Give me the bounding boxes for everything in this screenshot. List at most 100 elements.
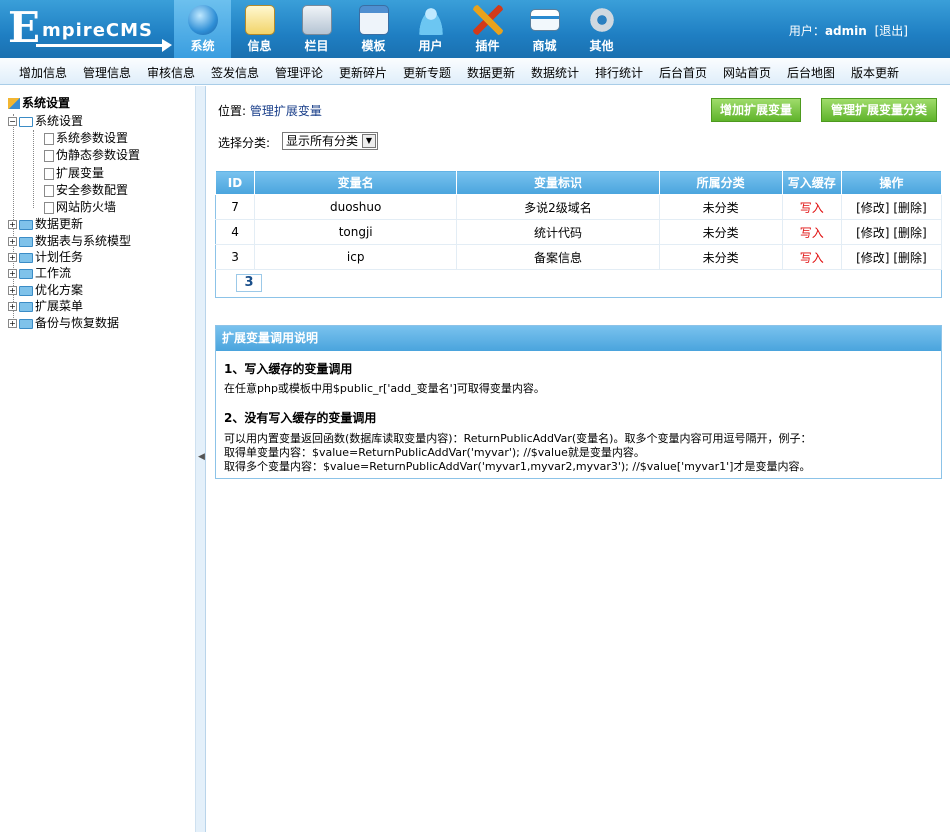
tree-folder-workflow[interactable]: + 工作流: [8, 264, 71, 281]
breadcrumb-link[interactable]: 管理扩展变量: [250, 104, 322, 118]
folder-icon: [19, 268, 33, 279]
col-actions: 操作: [840, 170, 943, 195]
sidebar-item-rewrite-params[interactable]: 伪静态参数设置: [44, 146, 140, 163]
edit-link[interactable]: [修改]: [856, 251, 889, 265]
sidebar-splitter[interactable]: ◀: [196, 86, 206, 832]
filter-label: 选择分类:: [218, 136, 271, 150]
menu-update-fragments[interactable]: 更新碎片: [339, 64, 387, 81]
tree-folder-data-update[interactable]: + 数据更新: [8, 215, 83, 232]
nav-system[interactable]: 系统: [174, 0, 231, 58]
expand-icon[interactable]: +: [8, 253, 17, 262]
write-cache-link[interactable]: 写入: [800, 226, 824, 240]
tree-folder-ext-menu[interactable]: + 扩展菜单: [8, 297, 83, 314]
sidebar-item-firewall[interactable]: 网站防火墙: [44, 198, 116, 215]
collapse-icon[interactable]: −: [8, 117, 17, 126]
cell-actions: [修改] [删除]: [841, 194, 943, 220]
write-cache-link[interactable]: 写入: [800, 201, 824, 215]
collapse-arrow-icon[interactable]: ◀: [198, 452, 205, 462]
tree-folder-tasks[interactable]: + 计划任务: [8, 248, 83, 265]
breadcrumb: 位置: 管理扩展变量: [218, 102, 322, 119]
menu-site-home[interactable]: 网站首页: [723, 64, 771, 81]
menu-add-info[interactable]: 增加信息: [19, 64, 67, 81]
breadcrumb-label: 位置:: [218, 104, 250, 118]
user-label: 用户：: [788, 24, 825, 38]
window-icon: [358, 5, 389, 35]
tree-group-system[interactable]: − 系统设置: [8, 112, 83, 129]
cell-category: 未分类: [659, 219, 783, 245]
tree-folder-backup[interactable]: + 备份与恢复数据: [8, 314, 119, 331]
sidebar-item-ext-vars[interactable]: 扩展变量: [44, 164, 104, 181]
cell-actions: [修改] [删除]: [841, 244, 943, 270]
expand-icon[interactable]: +: [8, 269, 17, 278]
page-icon: [44, 149, 54, 162]
delete-link[interactable]: [删除]: [893, 251, 926, 265]
write-cache-link[interactable]: 写入: [800, 251, 824, 265]
expand-icon[interactable]: +: [8, 286, 17, 295]
main-content: 位置: 管理扩展变量 增加扩展变量 管理扩展变量分类 选择分类: 显示所有分类 …: [207, 86, 950, 832]
nav-label: 用户: [418, 39, 443, 53]
edit-link[interactable]: [修改]: [856, 201, 889, 215]
delete-link[interactable]: [删除]: [893, 226, 926, 240]
tree-folder-label: 优化方案: [35, 283, 84, 297]
cell-id: 3: [215, 244, 256, 270]
nav-template[interactable]: 模板: [345, 0, 402, 58]
nav-plugin[interactable]: 插件: [459, 0, 516, 58]
expand-icon[interactable]: +: [8, 237, 17, 246]
menu-manage-info[interactable]: 管理信息: [83, 64, 131, 81]
category-select[interactable]: 显示所有分类 ▼: [282, 132, 378, 150]
tree-folder-label: 计划任务: [35, 250, 84, 264]
tree-folder-optimize[interactable]: + 优化方案: [8, 281, 83, 298]
add-ext-var-button[interactable]: 增加扩展变量: [711, 98, 801, 122]
nav-other[interactable]: 其他: [573, 0, 630, 58]
menu-admin-home[interactable]: 后台首页: [659, 64, 707, 81]
cell-cache: 写入: [782, 194, 842, 220]
menu-sign-info[interactable]: 签发信息: [211, 64, 259, 81]
tree-folder-label: 数据表与系统模型: [35, 234, 132, 248]
nav-column[interactable]: 栏目: [288, 0, 345, 58]
cell-var-label: 多说2级域名: [456, 194, 660, 220]
quick-menu-bar: 增加信息 管理信息 审核信息 签发信息 管理评论 更新碎片 更新专题 数据更新 …: [0, 58, 950, 85]
empirecms-logo[interactable]: E mpireCMS: [6, 6, 172, 52]
cell-var-label: 统计代码: [456, 219, 660, 245]
menu-rank-stats[interactable]: 排行统计: [595, 64, 643, 81]
col-category: 所属分类: [658, 170, 783, 195]
menu-update-topics[interactable]: 更新专题: [403, 64, 451, 81]
manage-ext-var-category-button[interactable]: 管理扩展变量分类: [821, 98, 937, 122]
tree-folder-tables-models[interactable]: + 数据表与系统模型: [8, 232, 131, 249]
logo-text: mpireCMS: [42, 20, 153, 41]
user-name: admin: [824, 24, 867, 38]
menu-data-stats[interactable]: 数据统计: [531, 64, 579, 81]
menu-manage-comments[interactable]: 管理评论: [275, 64, 323, 81]
edit-link[interactable]: [修改]: [856, 226, 889, 240]
nav-shop[interactable]: 商城: [516, 0, 573, 58]
nav-label: 其他: [589, 39, 614, 53]
expand-icon[interactable]: +: [8, 319, 17, 328]
tree-folder-label: 工作流: [35, 266, 72, 280]
nav-user[interactable]: 用户: [402, 0, 459, 58]
sidebar-item-security[interactable]: 安全参数配置: [44, 181, 128, 198]
logout-link[interactable]: [退出]: [875, 24, 908, 38]
menu-version-update[interactable]: 版本更新: [851, 64, 899, 81]
folder-icon: [19, 285, 33, 296]
table-header-row: ID 变量名 变量标识 所属分类 写入缓存 操作: [214, 170, 943, 195]
cell-actions: [修改] [删除]: [841, 219, 943, 245]
expand-icon[interactable]: +: [8, 302, 17, 311]
menu-admin-map[interactable]: 后台地图: [787, 64, 835, 81]
tools-icon: [472, 5, 503, 35]
nav-label: 信息: [247, 39, 272, 53]
tree-root[interactable]: 系统设置: [8, 94, 70, 111]
home-icon: [8, 98, 20, 109]
delete-link[interactable]: [删除]: [893, 201, 926, 215]
menu-review-info[interactable]: 审核信息: [147, 64, 195, 81]
nav-info[interactable]: 信息: [231, 0, 288, 58]
cell-var-name: duoshuo: [254, 194, 458, 220]
folder-open-icon: [19, 116, 33, 127]
page-count[interactable]: 3: [236, 274, 262, 292]
sidebar-item-label: 扩展变量: [56, 166, 105, 180]
gear-icon: [586, 5, 617, 35]
table-row: 4 tongji 统计代码 未分类 写入 [修改] [删除]: [215, 219, 943, 245]
menu-data-update[interactable]: 数据更新: [467, 64, 515, 81]
page-icon: [44, 132, 54, 145]
sidebar-item-system-params[interactable]: 系统参数设置: [44, 129, 128, 146]
expand-icon[interactable]: +: [8, 220, 17, 229]
